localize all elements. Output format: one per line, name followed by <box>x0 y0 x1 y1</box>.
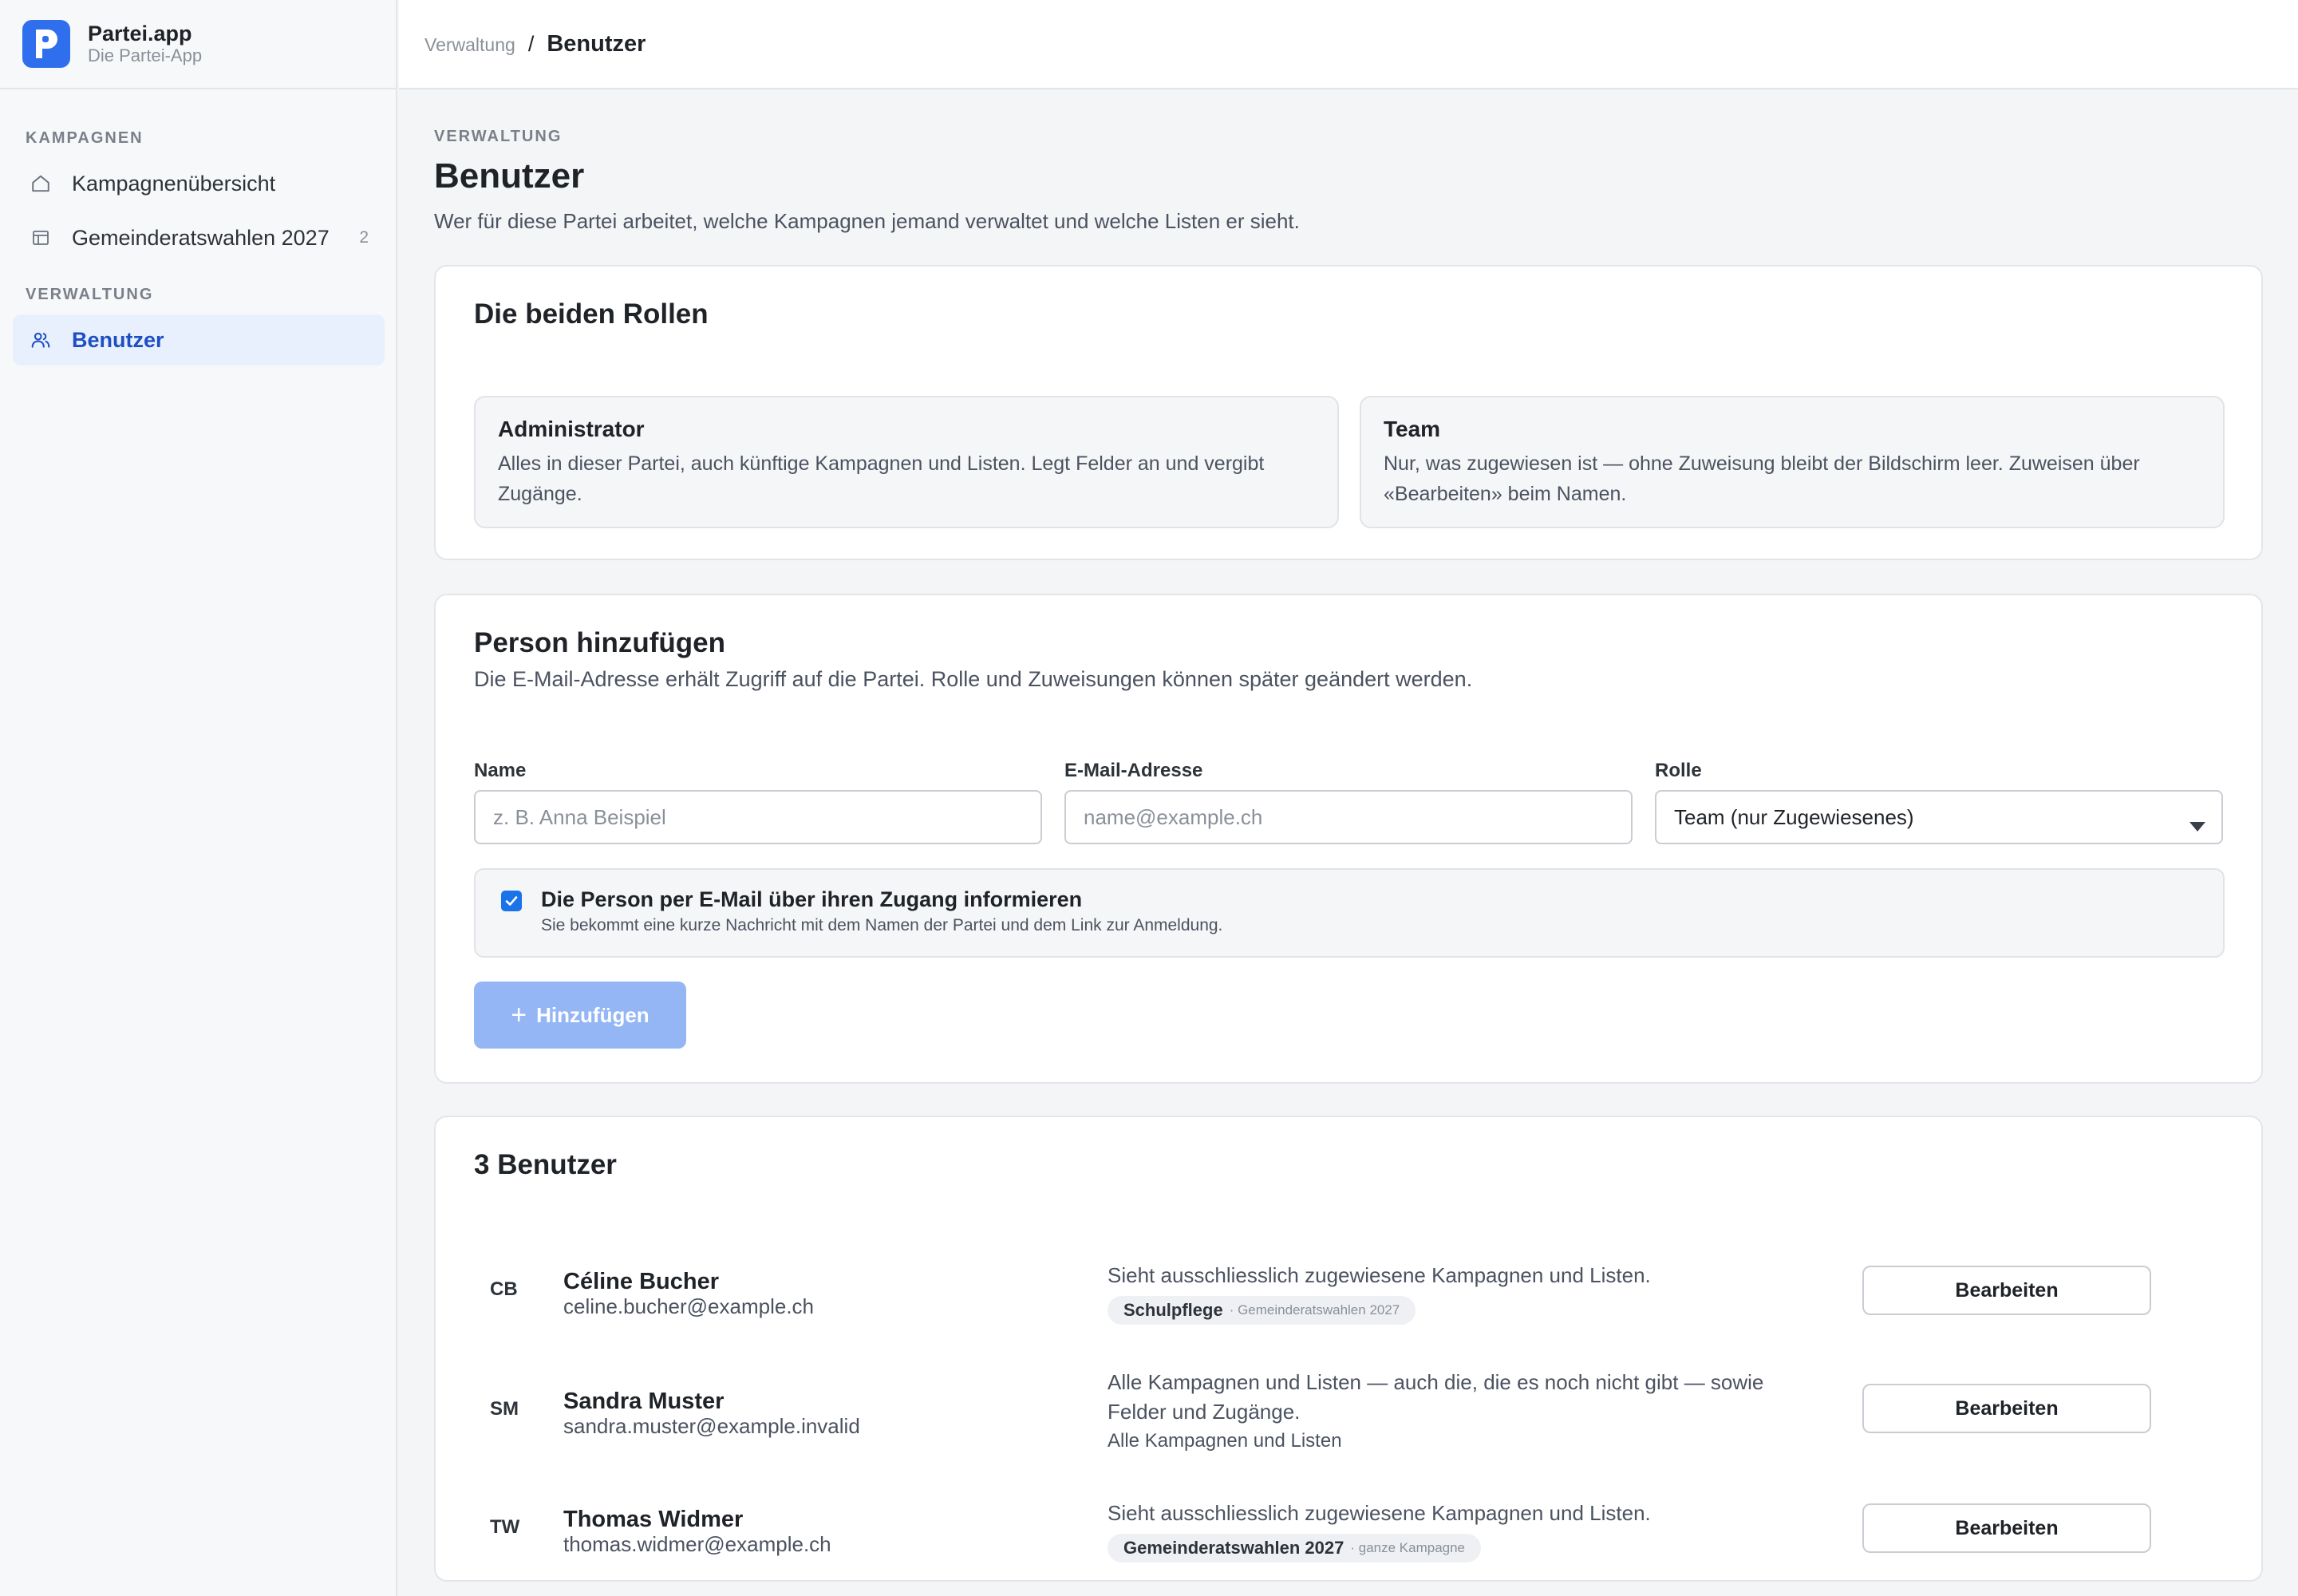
user-scope: Alle Kampagnen und Listen <box>1108 1430 1342 1452</box>
roles-card: Die beiden Rollen Administrator Alles in… <box>434 265 2263 560</box>
role-name: Team <box>1384 417 1441 441</box>
user-email: thomas.widmer@example.ch <box>563 1532 831 1556</box>
topbar: Verwaltung / Benutzer <box>399 0 2298 89</box>
chip-title: Gemeinderatswahlen 2027 <box>1123 1538 1344 1558</box>
table-row: CB Céline Bucher celine.bucher@example.c… <box>436 1237 2264 1333</box>
chip-context: · ganze Kampagne <box>1350 1540 1466 1555</box>
breadcrumb-current: Benutzer <box>547 30 646 57</box>
roles-title: Die beiden Rollen <box>474 298 709 330</box>
assignment-chip: Schulpflege · Gemeinderatswahlen 2027 <box>1108 1296 1416 1325</box>
sidebar-item-count: 2 <box>359 228 369 247</box>
nav-section-kampagnen: KAMPAGNEN <box>26 129 144 147</box>
main-content: VERWALTUNG Benutzer Wer für diese Partei… <box>399 89 2298 1596</box>
breadcrumb: Verwaltung / Benutzer <box>424 31 646 57</box>
role-administrator: Administrator Alles in dieser Partei, au… <box>474 396 1339 528</box>
breadcrumb-parent[interactable]: Verwaltung <box>424 34 515 56</box>
email-label: E-Mail-Adresse <box>1064 760 1203 781</box>
nav-section-verwaltung: VERWALTUNG <box>26 286 154 303</box>
users-icon <box>29 328 53 352</box>
role-label: Rolle <box>1655 760 1702 781</box>
plus-icon: + <box>511 1000 527 1030</box>
sidebar: Partei.app Die Partei-App KAMPAGNEN Kamp… <box>0 0 397 1596</box>
role-select-value: Team (nur Zugewiesenes) <box>1674 804 1914 829</box>
role-name: Administrator <box>498 417 645 441</box>
sidebar-item-benutzer[interactable]: Benutzer <box>13 314 385 365</box>
user-role-description: Alle Kampagnen und Listen — auch die, di… <box>1108 1370 1764 1424</box>
p-logo-icon <box>22 20 70 68</box>
email-input[interactable] <box>1064 790 1633 844</box>
users-title: 3 Benutzer <box>474 1149 617 1180</box>
brand-name: Partei.app <box>88 22 192 45</box>
sidebar-item-label: Kampagnenübersicht <box>72 171 276 196</box>
edit-button[interactable]: Bearbeiten <box>1862 1503 2151 1553</box>
chip-context: · Gemeinderatswahlen 2027 <box>1229 1302 1400 1317</box>
user-role-description: Sieht ausschliesslich zugewiesene Kampag… <box>1108 1501 1651 1525</box>
add-person-description: Die E-Mail-Adresse erhält Zugriff auf di… <box>474 667 1473 691</box>
add-button-label: Hinzufügen <box>536 1002 650 1027</box>
chip-title: Schulpflege <box>1123 1300 1223 1320</box>
home-icon <box>29 172 53 196</box>
role-description: Alles in dieser Partei, auch künftige Ka… <box>498 452 1265 505</box>
sidebar-item-label: Gemeinderatswahlen 2027 <box>72 225 330 250</box>
users-card: 3 Benutzer CB Céline Bucher celine.buche… <box>434 1116 2263 1582</box>
user-role-description: Sieht ausschliesslich zugewiesene Kampag… <box>1108 1263 1651 1287</box>
table-row: SM Sandra Muster sandra.muster@example.i… <box>436 1357 2264 1468</box>
add-person-title: Person hinzufügen <box>474 627 725 658</box>
role-description: Nur, was zugewiesen ist — ohne Zuweisung… <box>1384 452 2140 505</box>
page-description: Wer für diese Partei arbeitet, welche Ka… <box>434 209 1300 233</box>
user-name: Thomas Widmer <box>563 1507 744 1532</box>
table-row: TW Thomas Widmer thomas.widmer@example.c… <box>436 1475 2264 1570</box>
role-select[interactable]: Team (nur Zugewiesenes) <box>1655 790 2223 844</box>
avatar: SM <box>490 1398 519 1420</box>
notify-option: Die Person per E-Mail über ihren Zugang … <box>474 868 2225 958</box>
edit-button[interactable]: Bearbeiten <box>1862 1266 2151 1315</box>
notify-subtitle: Sie bekommt eine kurze Nachricht mit dem… <box>541 916 1223 934</box>
user-name: Céline Bucher <box>563 1269 719 1294</box>
user-name: Sandra Muster <box>563 1389 725 1414</box>
page-eyebrow: VERWALTUNG <box>434 128 563 145</box>
breadcrumb-separator: / <box>527 31 535 56</box>
brand[interactable]: Partei.app Die Partei-App <box>0 0 396 89</box>
sidebar-item-label: Benutzer <box>72 327 164 352</box>
assignment-chip: Gemeinderatswahlen 2027 · ganze Kampagne <box>1108 1534 1482 1562</box>
edit-button[interactable]: Bearbeiten <box>1862 1384 2151 1433</box>
user-email: sandra.muster@example.invalid <box>563 1414 860 1438</box>
sidebar-item-gemeinderatswahlen-2027[interactable]: Gemeinderatswahlen 2027 2 <box>13 212 385 263</box>
brand-subtitle: Die Partei-App <box>88 45 203 65</box>
layout-icon <box>29 226 53 250</box>
avatar: TW <box>490 1516 520 1538</box>
add-person-button[interactable]: + Hinzufügen <box>474 982 686 1049</box>
sidebar-item-kampagnenuebersicht[interactable]: Kampagnenübersicht <box>13 158 385 209</box>
user-email: celine.bucher@example.ch <box>563 1294 815 1318</box>
name-label: Name <box>474 760 527 781</box>
role-team: Team Nur, was zugewiesen ist — ohne Zuwe… <box>1360 396 2225 528</box>
notify-title: Die Person per E-Mail über ihren Zugang … <box>541 887 1083 911</box>
caret-down-icon <box>2189 812 2205 837</box>
add-person-card: Person hinzufügen Die E-Mail-Adresse erh… <box>434 594 2263 1084</box>
page-title: Benutzer <box>434 156 585 196</box>
notify-checkbox[interactable] <box>501 891 522 911</box>
name-input[interactable] <box>474 790 1042 844</box>
avatar: CB <box>490 1278 518 1300</box>
brand-text: Partei.app Die Partei-App <box>88 22 202 66</box>
